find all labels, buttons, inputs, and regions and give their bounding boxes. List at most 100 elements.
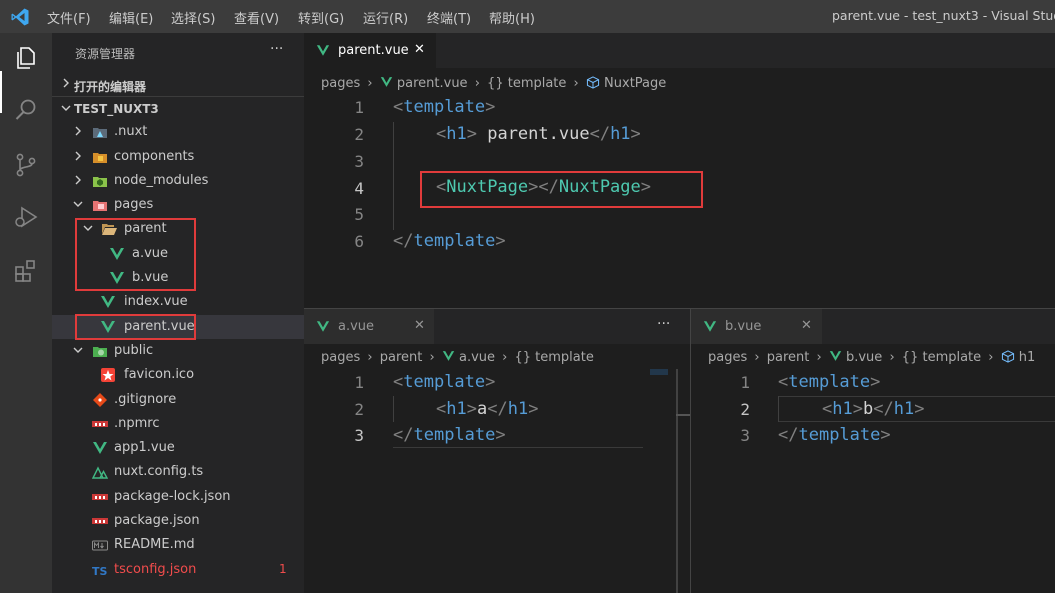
current-line-border: [393, 447, 643, 448]
tree-item-package-json[interactable]: package.json: [52, 509, 304, 533]
tree-item-gitignore[interactable]: .gitignore: [52, 388, 304, 412]
source-control-icon[interactable]: [12, 151, 40, 179]
tree-item-label: components: [114, 149, 195, 164]
breadcrumb-item[interactable]: parent: [767, 350, 810, 365]
tree-item-label: node_modules: [114, 173, 209, 188]
breadcrumb-item[interactable]: pages: [321, 76, 360, 91]
tree-item-readme[interactable]: README.md: [52, 533, 304, 557]
tree-item-parent-folder[interactable]: parent: [52, 217, 304, 241]
menu-file[interactable]: 文件(F): [47, 8, 91, 27]
menu-run[interactable]: 运行(R): [363, 8, 408, 27]
breadcrumb-item[interactable]: {} template: [515, 350, 594, 365]
code-line: </template>: [778, 425, 891, 445]
breadcrumb-item[interactable]: pages: [708, 350, 747, 365]
tree-item-index-vue[interactable]: index.vue: [52, 290, 304, 314]
close-icon[interactable]: ✕: [801, 318, 812, 333]
tree-item-npmrc[interactable]: .npmrc: [52, 412, 304, 436]
breadcrumb-item[interactable]: pages: [321, 350, 360, 365]
tree-item-components[interactable]: components: [52, 145, 304, 169]
svg-text:TS: TS: [92, 565, 108, 577]
tree-item-label: .gitignore: [114, 392, 177, 407]
line-number: 1: [740, 373, 750, 392]
chevron-down-icon: [61, 105, 71, 111]
tree-item-tsconfig[interactable]: TS tsconfig.json 1: [52, 558, 304, 582]
scrollbar[interactable]: [676, 369, 678, 593]
menu-view[interactable]: 查看(V): [234, 8, 279, 27]
breadcrumb-item[interactable]: parent: [380, 350, 423, 365]
tree-item-nuxt[interactable]: .nuxt: [52, 120, 304, 144]
tree-item-b-vue[interactable]: b.vue: [52, 266, 304, 290]
project-section[interactable]: TEST_NUXT3: [52, 97, 304, 121]
menu-help[interactable]: 帮助(H): [489, 8, 535, 27]
explorer-icon[interactable]: [12, 43, 40, 71]
tree-item-label: .nuxt: [114, 124, 148, 139]
element-cube-icon: [1001, 350, 1014, 363]
run-debug-icon[interactable]: [12, 203, 40, 231]
typescript-icon: TS: [92, 565, 108, 577]
close-icon[interactable]: ✕: [414, 318, 425, 333]
more-actions-icon[interactable]: ···: [657, 316, 670, 332]
code-line: </template>: [393, 231, 506, 251]
tree-item-label: public: [114, 343, 154, 358]
breadcrumb-item[interactable]: NuxtPage: [604, 76, 666, 91]
tree-item-label: b.vue: [132, 270, 169, 285]
window-title: parent.vue - test_nuxt3 - Visual Studio: [832, 8, 1055, 23]
extensions-icon[interactable]: [12, 257, 40, 285]
public-folder-icon: [93, 347, 107, 357]
tree-item-nuxt-config[interactable]: nuxt.config.ts: [52, 460, 304, 484]
tree-item-app1-vue[interactable]: app1.vue: [52, 436, 304, 460]
pages-folder-icon: [93, 201, 107, 211]
vue-icon: [380, 77, 392, 87]
split-divider: [690, 309, 691, 593]
chevron-right-icon: [75, 175, 81, 185]
tab-a-vue[interactable]: a.vue ✕: [304, 309, 434, 344]
breadcrumb-item[interactable]: parent.vue: [397, 76, 468, 91]
tree-item-label: nuxt.config.ts: [114, 464, 204, 479]
tree-item-label: tsconfig.json: [114, 562, 197, 577]
line-number: 1: [354, 98, 364, 117]
tree-item-label: app1.vue: [114, 440, 175, 455]
nuxt-icon: [92, 466, 108, 479]
breadcrumb-item[interactable]: b.vue: [846, 350, 882, 365]
node-folder-icon: [93, 177, 107, 187]
tab-b-vue[interactable]: b.vue ✕: [691, 309, 822, 344]
activity-bar: [0, 33, 52, 593]
vue-icon: [101, 296, 115, 308]
npm-json-icon: [92, 518, 108, 524]
line-number: 3: [354, 152, 364, 171]
tree-item-public[interactable]: public: [52, 339, 304, 363]
tree-item-favicon[interactable]: favicon.ico: [52, 363, 304, 387]
chevron-right-icon: [75, 126, 81, 136]
vue-icon: [110, 248, 124, 260]
menu-terminal[interactable]: 终端(T): [427, 8, 471, 27]
tree-item-parent-vue[interactable]: parent.vue: [52, 315, 304, 339]
code-line: <h1> parent.vue</h1>: [436, 124, 641, 144]
vue-icon: [110, 272, 124, 284]
menu-edit[interactable]: 编辑(E): [109, 8, 153, 27]
open-editors-section[interactable]: 打开的编辑器: [52, 72, 304, 96]
tree-item-node-modules[interactable]: node_modules: [52, 169, 304, 193]
menu-go[interactable]: 转到(G): [298, 8, 344, 27]
close-icon[interactable]: ✕: [414, 42, 425, 57]
git-icon: [93, 393, 107, 407]
menu-selection[interactable]: 选择(S): [171, 8, 215, 27]
search-icon[interactable]: [12, 96, 40, 124]
breadcrumb-item[interactable]: h1: [1019, 350, 1036, 365]
markdown-icon: [92, 540, 108, 551]
breadcrumb-item[interactable]: {} template: [487, 76, 566, 91]
tree-item-package-lock[interactable]: package-lock.json: [52, 485, 304, 509]
more-actions-icon[interactable]: ···: [270, 41, 283, 57]
tree-item-pages[interactable]: pages: [52, 193, 304, 217]
breadcrumb: pages › parent.vue › {} template › NuxtP…: [321, 76, 667, 91]
code-line: </template>: [393, 425, 506, 445]
minimap[interactable]: [650, 369, 668, 375]
tab-parent-vue[interactable]: parent.vue ✕: [304, 33, 436, 68]
code-line: <h1>a</h1>: [436, 399, 539, 419]
open-editors-label: 打开的编辑器: [74, 80, 147, 94]
breadcrumb-item[interactable]: {} template: [902, 350, 981, 365]
vscode-logo-icon[interactable]: [10, 7, 30, 27]
favicon-icon: [101, 368, 115, 382]
chevron-down-icon: [73, 347, 83, 353]
breadcrumb-item[interactable]: a.vue: [459, 350, 495, 365]
tree-item-a-vue[interactable]: a.vue: [52, 242, 304, 266]
